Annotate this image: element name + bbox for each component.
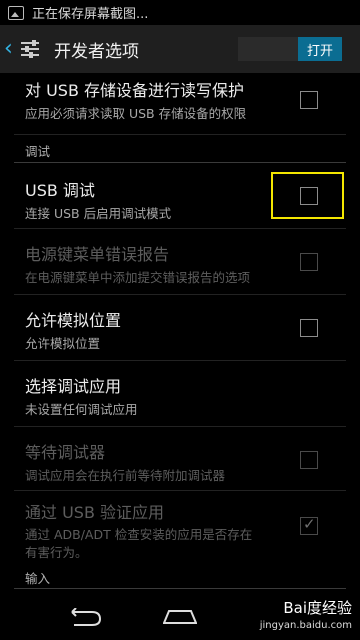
section-header-debug: 调试 (0, 135, 360, 165)
nav-home-icon[interactable] (163, 610, 197, 624)
item-title: 通过 USB 验证应用 (25, 503, 165, 522)
list-item-wait-for-debugger: 等待调试器 调试应用会在执行前等待附加调试器 (0, 427, 360, 491)
screenshot-icon (8, 5, 24, 20)
highlight-box (271, 172, 344, 219)
item-title: 选择调试应用 (25, 377, 122, 396)
checkbox (300, 451, 318, 469)
page-title: 开发者选项 (54, 41, 139, 62)
section-label: 输入 (25, 571, 51, 586)
item-title: 电源键菜单错误报告 (25, 245, 170, 264)
settings-sliders-icon (18, 36, 44, 62)
nav-back-icon[interactable] (62, 608, 102, 626)
list-item-select-debug-app[interactable]: 选择调试应用 未设置任何调试应用 (0, 361, 360, 427)
checkmark-icon: ✓ (303, 515, 316, 533)
list-item-bugreport-in-power-menu: 电源键菜单错误报告 在电源键菜单中添加提交错误报告的选项 (0, 229, 360, 295)
item-title: 对 USB 存储设备进行读写保护 (25, 81, 245, 100)
checkbox-checked: ✓ (300, 517, 318, 535)
item-title: 允许模拟位置 (25, 311, 122, 330)
item-summary: 连接 USB 后启用调试模式 (25, 206, 172, 221)
list-item-usb-storage-protect[interactable]: 对 USB 存储设备进行读写保护 应用必须请求读取 USB 存储设备的权限 (0, 73, 360, 135)
checkbox (300, 253, 318, 271)
item-summary: 允许模拟位置 (25, 336, 101, 351)
item-title: USB 调试 (25, 181, 95, 200)
item-summary: 应用必须请求读取 USB 存储设备的权限 (25, 106, 247, 121)
status-text: 正在保存屏幕截图... (32, 7, 149, 22)
section-header-input: 输入 (0, 563, 360, 591)
item-summary: 调试应用会在执行前等待附加调试器 (25, 468, 226, 483)
developer-options-switch[interactable]: 打开 (238, 37, 342, 61)
status-bar: 正在保存屏幕截图... (0, 0, 360, 25)
section-label: 调试 (25, 144, 51, 159)
back-chevron-icon[interactable]: ‹ (4, 38, 18, 60)
list-item-allow-mock-locations[interactable]: 允许模拟位置 允许模拟位置 (0, 295, 360, 361)
checkbox[interactable] (300, 319, 318, 337)
watermark-logo: Bai度经验 (283, 599, 352, 617)
checkbox[interactable] (300, 91, 318, 109)
item-title: 等待调试器 (25, 443, 106, 462)
item-summary: 通过 ADB/ADT 检查安装的应用是否存在 (25, 527, 253, 542)
item-summary: 未设置任何调试应用 (25, 402, 138, 417)
item-summary-line2: 有害行为。 (25, 545, 88, 560)
settings-list: 对 USB 存储设备进行读写保护 应用必须请求读取 USB 存储设备的权限 调试… (0, 73, 360, 592)
watermark-url: jingyan.baidu.com (259, 620, 352, 631)
switch-on-label: 打开 (298, 37, 342, 61)
item-summary: 在电源键菜单中添加提交错误报告的选项 (25, 270, 251, 285)
action-bar: ‹ 开发者选项 打开 (0, 25, 360, 73)
list-item-verify-apps-over-usb: 通过 USB 验证应用 通过 ADB/ADT 检查安装的应用是否存在 有害行为。… (0, 491, 360, 563)
